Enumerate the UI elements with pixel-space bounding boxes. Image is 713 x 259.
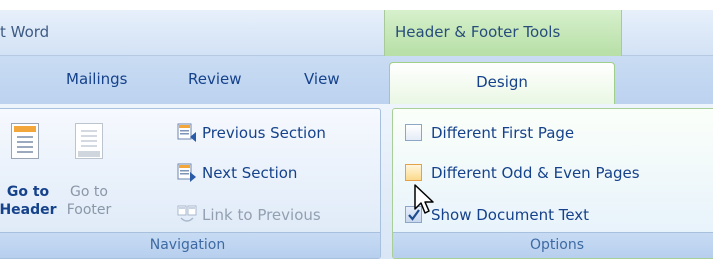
- ribbon-tab-row: Mailings Review View Design: [0, 56, 713, 104]
- different-odd-even-box[interactable]: [405, 164, 422, 181]
- contextual-tab-group-label: Header & Footer Tools: [384, 10, 622, 56]
- link-to-previous-label: Link to Previous: [202, 206, 321, 224]
- options-group: Different First Page Different Odd & Eve…: [392, 108, 713, 259]
- go-to-footer-label-2: Footer: [66, 202, 112, 218]
- go-to-footer-label-1: Go to: [70, 184, 108, 200]
- next-section-label: Next Section: [202, 164, 298, 182]
- tab-design-label: Design: [476, 73, 528, 91]
- go-to-footer-button[interactable]: Go to Footer: [59, 117, 119, 229]
- navigation-group-caption: Navigation: [0, 232, 380, 258]
- tab-view[interactable]: View: [304, 70, 340, 88]
- tab-design[interactable]: Design: [389, 62, 615, 104]
- go-to-header-icon: [11, 123, 39, 159]
- show-document-text-label: Show Document Text: [431, 206, 590, 224]
- go-to-header-label-2: Header: [0, 202, 57, 218]
- different-odd-even-label: Different Odd & Even Pages: [431, 164, 640, 182]
- go-to-header-button[interactable]: Go to Header: [0, 117, 57, 229]
- ribbon-body: Go to Header Go to Footer Previous Secti…: [0, 104, 713, 259]
- options-group-caption: Options: [393, 232, 713, 258]
- different-first-page-box[interactable]: [405, 124, 422, 141]
- contextual-tab-group-title: Header & Footer Tools: [395, 23, 561, 41]
- app-title: t Word: [0, 23, 50, 41]
- link-to-previous-icon: [177, 205, 197, 222]
- mouse-cursor-icon: [414, 184, 434, 214]
- different-first-page-label: Different First Page: [431, 124, 575, 142]
- go-to-footer-icon: [75, 123, 103, 159]
- previous-section-label: Previous Section: [202, 124, 326, 142]
- previous-section-icon: [177, 123, 196, 142]
- next-section-icon: [177, 163, 196, 182]
- go-to-header-label-1: Go to: [6, 184, 50, 200]
- tab-review[interactable]: Review: [188, 70, 242, 88]
- navigation-group: Go to Header Go to Footer Previous Secti…: [0, 108, 381, 259]
- tab-mailings[interactable]: Mailings: [66, 70, 127, 88]
